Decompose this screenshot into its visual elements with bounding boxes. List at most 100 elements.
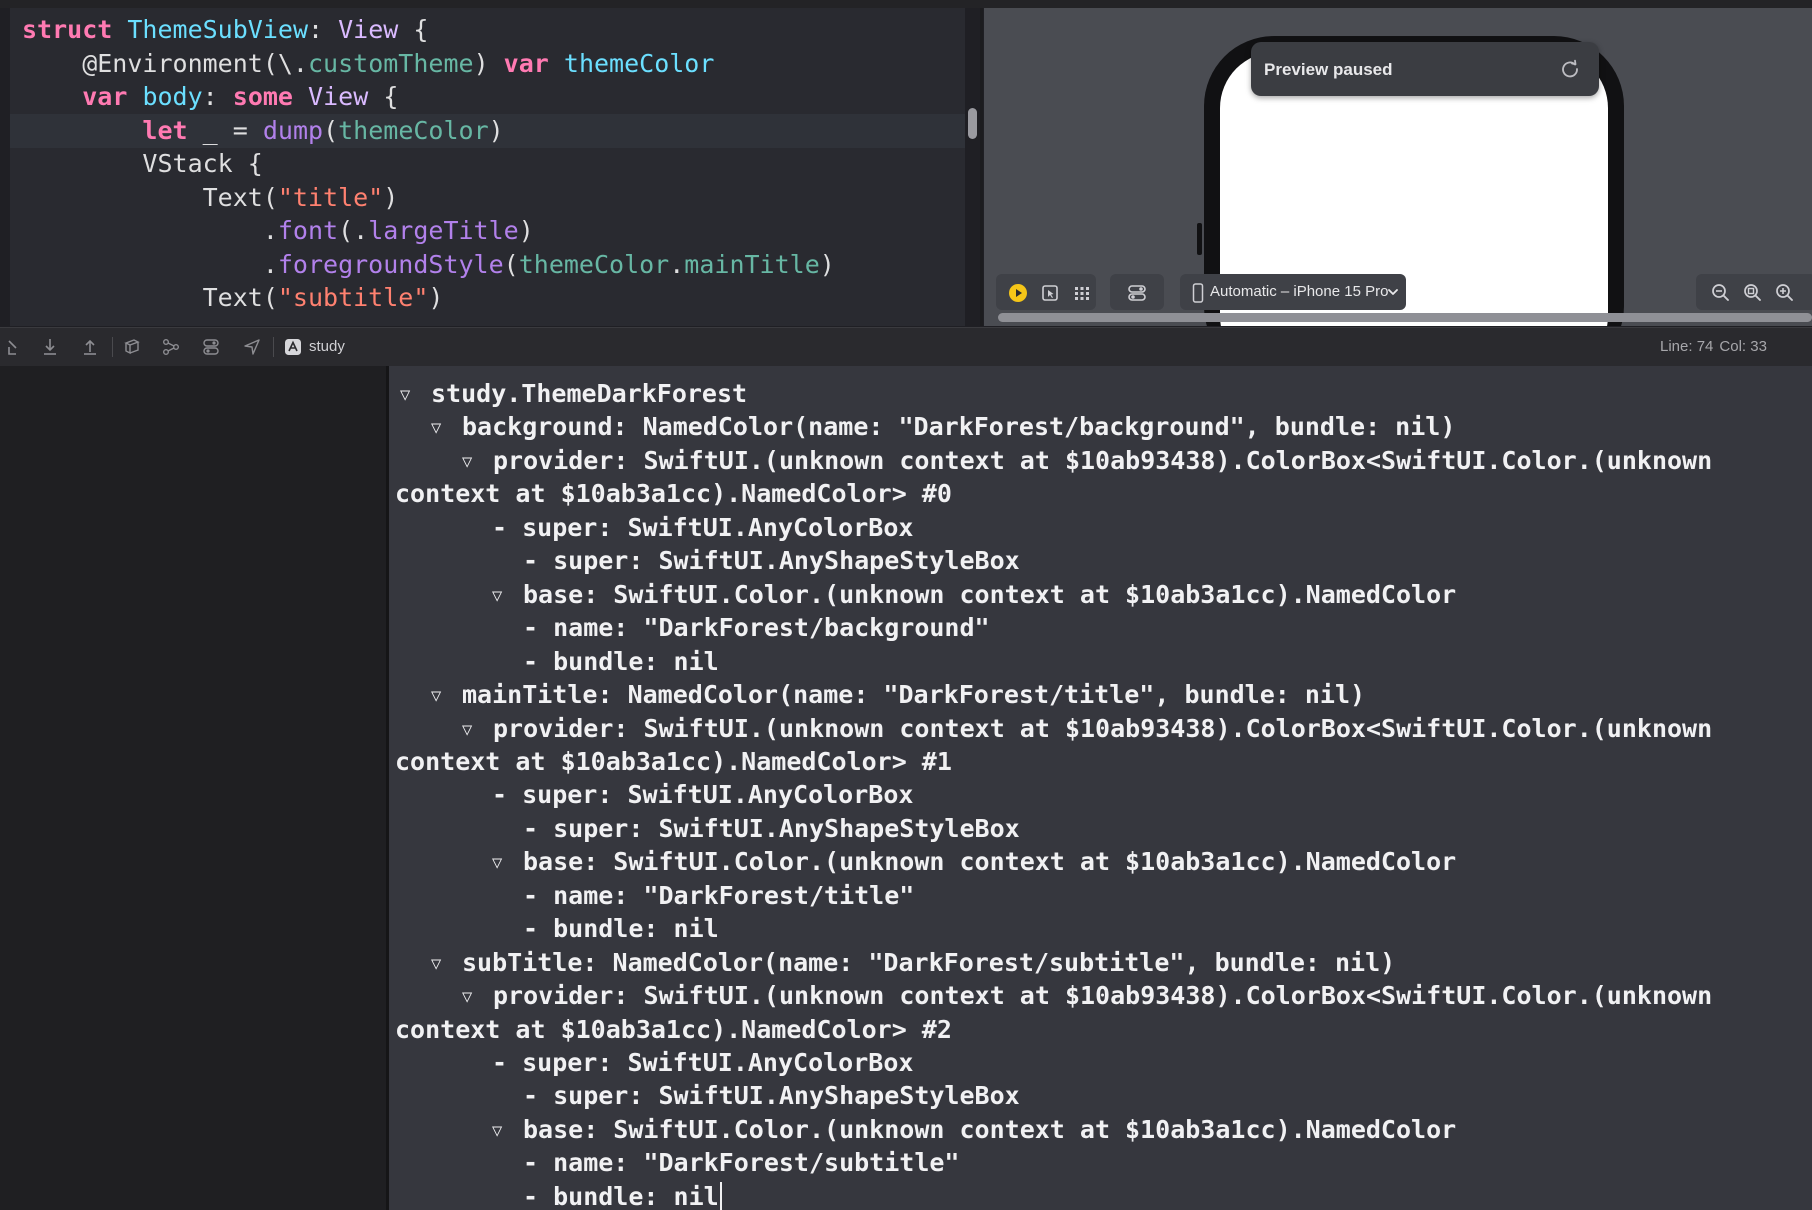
code-token: View — [308, 82, 369, 111]
console-output[interactable]: ▽ study.ThemeDarkForest ▽ background: Named… — [389, 366, 1812, 1210]
column-number-label: Col: 33 — [1719, 338, 1767, 355]
disclosure-triangle-icon[interactable]: ▽ — [492, 846, 523, 880]
code-token: struct — [22, 15, 113, 44]
console-line: - super: SwiftUI.AnyColorBox — [492, 1046, 913, 1080]
disclosure-triangle-icon[interactable]: ▽ — [462, 980, 493, 1014]
console-line: - name: "DarkForest/background" — [523, 611, 990, 645]
editor-preview-divider[interactable] — [980, 8, 983, 326]
disclosure-triangle-icon[interactable]: ▽ — [492, 579, 523, 613]
code-token: themeColor — [518, 249, 670, 279]
app-target-icon — [285, 339, 301, 355]
code-token: (. — [338, 216, 369, 245]
step-over-icon[interactable] — [6, 337, 24, 357]
memory-graph-icon[interactable] — [161, 337, 181, 357]
console-line: ▽ provider: SwiftUI.(unknown context at $… — [462, 444, 1712, 478]
disclosure-triangle-icon[interactable]: ▽ — [431, 679, 462, 713]
code-token: var — [503, 48, 549, 78]
console-line-text: - bundle: nil — [523, 646, 719, 676]
preview-canvas[interactable]: Preview paused Automatic – iPhone 15 Pro — [984, 8, 1812, 326]
editor-scrollbar[interactable] — [968, 108, 977, 139]
code-token: dump — [262, 115, 324, 145]
disclosure-triangle-icon[interactable]: ▽ — [431, 411, 462, 445]
zoom-in-icon[interactable] — [1774, 282, 1796, 304]
code-token: themeColor — [338, 115, 489, 145]
variables-view[interactable] — [0, 366, 386, 1210]
console-line: - bundle: nil — [523, 912, 719, 946]
code-line[interactable]: let _ = dump(themeColor) — [10, 113, 965, 148]
code-line[interactable]: VStack { — [10, 147, 965, 181]
code-token: let — [142, 115, 188, 145]
preview-scrollbar[interactable] — [998, 313, 1812, 322]
console-line-text: - super: SwiftUI.AnyColorBox — [492, 1048, 914, 1077]
code-token: { — [368, 82, 399, 111]
code-token: body — [142, 82, 203, 111]
zoom-out-icon[interactable] — [1710, 282, 1732, 304]
code-token: . — [22, 216, 278, 245]
code-token: ( — [503, 249, 519, 279]
console-line-text: - super: SwiftUI.AnyShapeStyleBox — [523, 1081, 1020, 1111]
view-hierarchy-icon[interactable] — [122, 337, 142, 357]
disclosure-triangle-icon[interactable]: ▽ — [431, 947, 462, 981]
code-token: { — [398, 15, 429, 44]
console-line-text: - super: SwiftUI.AnyColorBox — [492, 512, 914, 542]
live-play-icon[interactable] — [1008, 283, 1028, 303]
debug-bar-separator — [112, 337, 113, 357]
code-line[interactable]: .font(.largeTitle) — [10, 214, 965, 248]
code-token: ) — [488, 115, 504, 145]
code-line[interactable]: .foregroundStyle(themeColor.mainTitle) — [10, 248, 965, 282]
line-number-label: Line: 74 — [1660, 338, 1714, 355]
console-line: ▽ subTitle: NamedColor(name: "DarkForest/… — [431, 946, 1395, 980]
code-token: largeTitle — [368, 216, 519, 245]
console-line-text: - super: SwiftUI.AnyColorBox — [492, 780, 914, 810]
device-side-button — [1197, 223, 1202, 255]
simulate-location-icon[interactable] — [242, 337, 262, 357]
refresh-icon[interactable] — [1559, 58, 1581, 80]
preview-status-text: Preview paused — [1264, 60, 1393, 79]
environment-overrides-icon[interactable] — [201, 337, 221, 357]
zoom-to-fit-icon[interactable] — [1742, 282, 1764, 304]
code-line[interactable]: Text("subtitle") — [10, 281, 965, 315]
console-line: - name: "DarkForest/title" — [523, 879, 914, 913]
code-token: mainTitle — [684, 249, 820, 279]
step-out-icon[interactable] — [81, 337, 99, 357]
code-line[interactable]: @Environment(\.customTheme) var themeCol… — [10, 47, 965, 81]
iphone-icon — [1192, 283, 1204, 303]
disclosure-triangle-icon[interactable]: ▽ — [492, 1114, 523, 1148]
console-line-text: provider: SwiftUI.(unknown context at $1… — [493, 981, 1713, 1011]
console-line-text: - bundle: nil — [523, 914, 719, 944]
code-editor[interactable]: struct ThemeSubView: View { @Environment… — [10, 8, 965, 326]
code-token: View — [338, 15, 399, 44]
selectable-mode-icon[interactable] — [1040, 283, 1060, 303]
console-line: ▽ study.ThemeDarkForest — [400, 377, 747, 411]
disclosure-triangle-icon[interactable]: ▽ — [462, 713, 493, 747]
code-token: : — [202, 82, 233, 111]
debug-bar-separator — [273, 337, 274, 357]
console-line-text: - name: "DarkForest/background" — [523, 613, 990, 643]
console-line: - bundle: nil — [523, 645, 719, 679]
code-token: ThemeSubView — [127, 15, 308, 44]
console-line-text: provider: SwiftUI.(unknown context at $1… — [493, 713, 1713, 743]
disclosure-triangle-icon[interactable]: ▽ — [400, 378, 431, 412]
window-top-strip — [0, 0, 1812, 8]
code-line[interactable]: Text("title") — [10, 181, 965, 215]
code-token: : — [308, 15, 339, 44]
code-token: ) — [428, 283, 444, 312]
console-line-text: background: NamedColor(name: "DarkForest… — [462, 412, 1456, 442]
console-line-text: subTitle: NamedColor(name: "DarkForest/s… — [462, 947, 1396, 977]
code-line[interactable]: struct ThemeSubView: View { — [10, 13, 965, 47]
console-line: context at $10ab3a1cc).NamedColor> #2 — [395, 1013, 952, 1047]
variants-grid-icon[interactable] — [1072, 283, 1092, 303]
step-into-icon[interactable] — [41, 337, 59, 357]
console-line-text: base: SwiftUI.Color.(unknown context at … — [523, 847, 1457, 877]
console-line: context at $10ab3a1cc).NamedColor> #1 — [395, 745, 952, 779]
debug-target-label[interactable]: study — [309, 338, 345, 355]
code-line[interactable]: var body: some View { — [10, 80, 965, 114]
console-line: context at $10ab3a1cc).NamedColor> #0 — [395, 477, 952, 511]
device-settings-icon — [1128, 285, 1146, 301]
console-line: - bundle: nil — [523, 1180, 722, 1210]
disclosure-triangle-icon[interactable]: ▽ — [462, 445, 493, 479]
console-line-text: context at $10ab3a1cc).NamedColor> #2 — [395, 1014, 952, 1044]
